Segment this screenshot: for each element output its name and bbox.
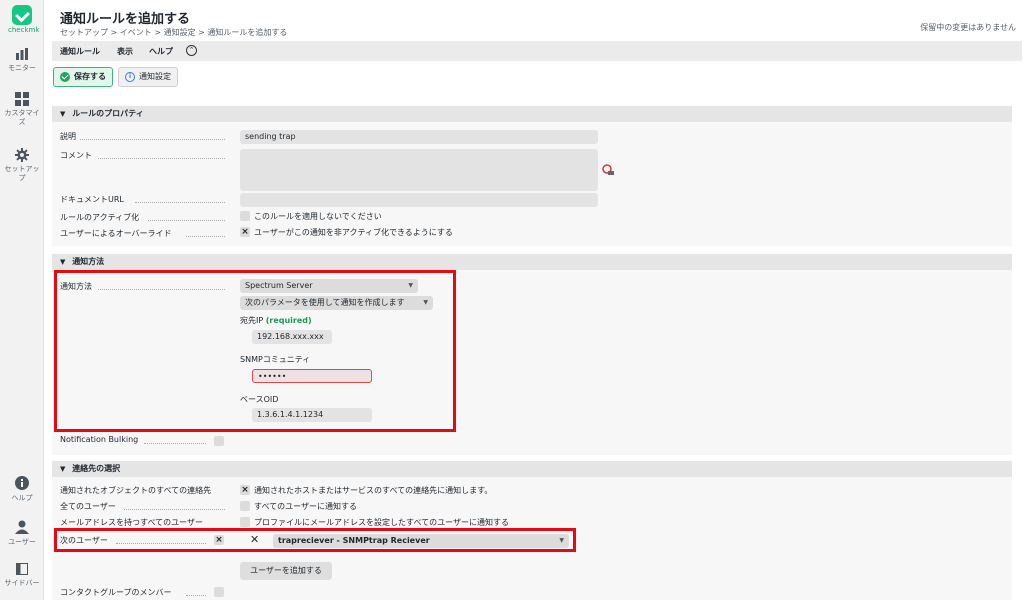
bulking-label: Notification Bulking [60,435,139,444]
sidebar-item-help[interactable]: ヘルプ [0,476,44,503]
sidebar-item-label: ユーザー [8,538,36,546]
divider [186,236,225,237]
caret-down-icon: ▼ [60,110,66,118]
sidebar-item-customize[interactable]: カスタマイズ [0,92,44,127]
page-title: 通知ルールを追加する [60,12,191,27]
all-contacts-text: 通知されたホストまたはサービスのすべての連絡先に通知します。 [254,486,493,495]
caret-down-icon: ▼ [60,258,66,266]
divider [148,220,225,221]
sidebar-item-label: モニター [8,64,36,72]
sidebar-item-monitor[interactable]: モニター [0,48,44,73]
all-contacts-label: 通知されたオブジェクトのすべての連絡先 [60,486,212,495]
divider [80,139,225,140]
save-button[interactable]: 保存する [53,67,113,87]
divider [186,595,206,596]
macro-help-icon[interactable] [602,164,614,176]
email-users-text: プロファイルにメールアドレスを設定したすべてのユーザーに通知する [254,518,509,527]
section-title: ルールのプロパティ [72,109,144,118]
disable-rule-checkbox[interactable] [240,211,250,221]
gear-icon [15,148,29,162]
doc-url-label: ドキュメントURL [60,195,124,204]
bar-chart-icon [16,48,28,60]
disable-rule-text: このルールを適用しないでください [254,212,382,221]
pending-changes[interactable]: 保留中の変更はありません [920,22,1016,33]
logo-text: checkmk [8,26,40,34]
divider [144,443,206,444]
contact-group-checkbox[interactable] [214,587,224,597]
collapse-menu-icon[interactable]: ⌃ [186,45,197,56]
breadcrumb[interactable]: セットアップ > イベント > 通知設定 > 通知ルールを追加する [60,27,287,38]
section-title: 連絡先の選択 [72,464,121,473]
sidebar: checkmk モニター カスタマイズ セットアップ ヘルプ ユーザー サイドバ… [0,0,44,600]
grid-icon [15,92,29,106]
allow-disable-checkbox[interactable]: × [240,227,250,237]
description-input[interactable]: sending trap [240,130,598,144]
checkmark-icon [60,72,70,82]
divider [135,202,225,203]
sidebar-item-label: カスタマイズ [4,109,40,126]
email-users-checkbox[interactable] [240,517,250,527]
checkmk-logo-icon [12,5,32,25]
all-users-text: すべてのユーザーに通知する [254,502,357,511]
all-users-checkbox[interactable] [240,501,250,511]
menu-notification-rule[interactable]: 通知ルール [60,46,100,57]
menu-help[interactable]: ヘルプ [149,46,173,57]
save-button-label: 保存する [74,72,106,81]
info-circle-icon: i [125,72,135,82]
add-user-button[interactable]: ユーザーを追加する [240,562,332,580]
sidebar-item-label: セットアップ [4,165,40,182]
section-rule-properties-header[interactable]: ▼ ルールのプロパティ [52,106,1012,122]
comment-textarea[interactable] [240,149,598,191]
notification-settings-button[interactable]: i 通知設定 [118,67,178,87]
section-contact-selection-header[interactable]: ▼ 連絡先の選択 [52,461,1012,477]
override-label: ユーザーによるオーバーライド [60,229,172,238]
all-users-label: 全てのユーザー [60,502,116,511]
doc-url-input[interactable] [240,193,598,207]
all-contacts-checkbox[interactable]: × [240,485,250,495]
page-header: 通知ルールを追加する セットアップ > イベント > 通知設定 > 通知ルールを… [44,0,1024,41]
comment-label: コメント [60,151,92,160]
caret-down-icon: ▼ [60,465,66,473]
allow-disable-text: ユーザーがこの通知を非アクティブ化できるようにする [254,228,453,237]
bulking-checkbox[interactable] [214,436,224,446]
user-icon [15,520,29,534]
divider [124,509,225,510]
info-icon [15,476,29,490]
contact-group-label: コンタクトグループのメンバー [60,588,172,597]
settings-button-label: 通知設定 [139,72,171,81]
highlight-box [54,528,576,552]
email-users-label: メールアドレスを持つすべてのユーザー [60,518,203,527]
section-notification-method-header[interactable]: ▼ 通知方法 [52,254,1012,270]
checkmk-logo[interactable]: checkmk [8,5,40,34]
activation-label: ルールのアクティブ化 [60,213,140,222]
divider [98,158,225,159]
menubar: 通知ルール 表示 ヘルプ ⌃ [52,41,1022,61]
sidebar-icon [16,563,28,575]
sidebar-item-label: ヘルプ [11,494,33,502]
highlight-box [54,270,456,432]
menu-display[interactable]: 表示 [117,46,133,57]
sidebar-item-user[interactable]: ユーザー [0,520,44,547]
sidebar-item-setup[interactable]: セットアップ [0,148,44,183]
sidebar-item-sidebar[interactable]: サイドバー [0,563,44,588]
sidebar-item-label: サイドバー [4,579,40,587]
description-label: 説明 [60,132,76,141]
section-title: 通知方法 [72,257,105,266]
